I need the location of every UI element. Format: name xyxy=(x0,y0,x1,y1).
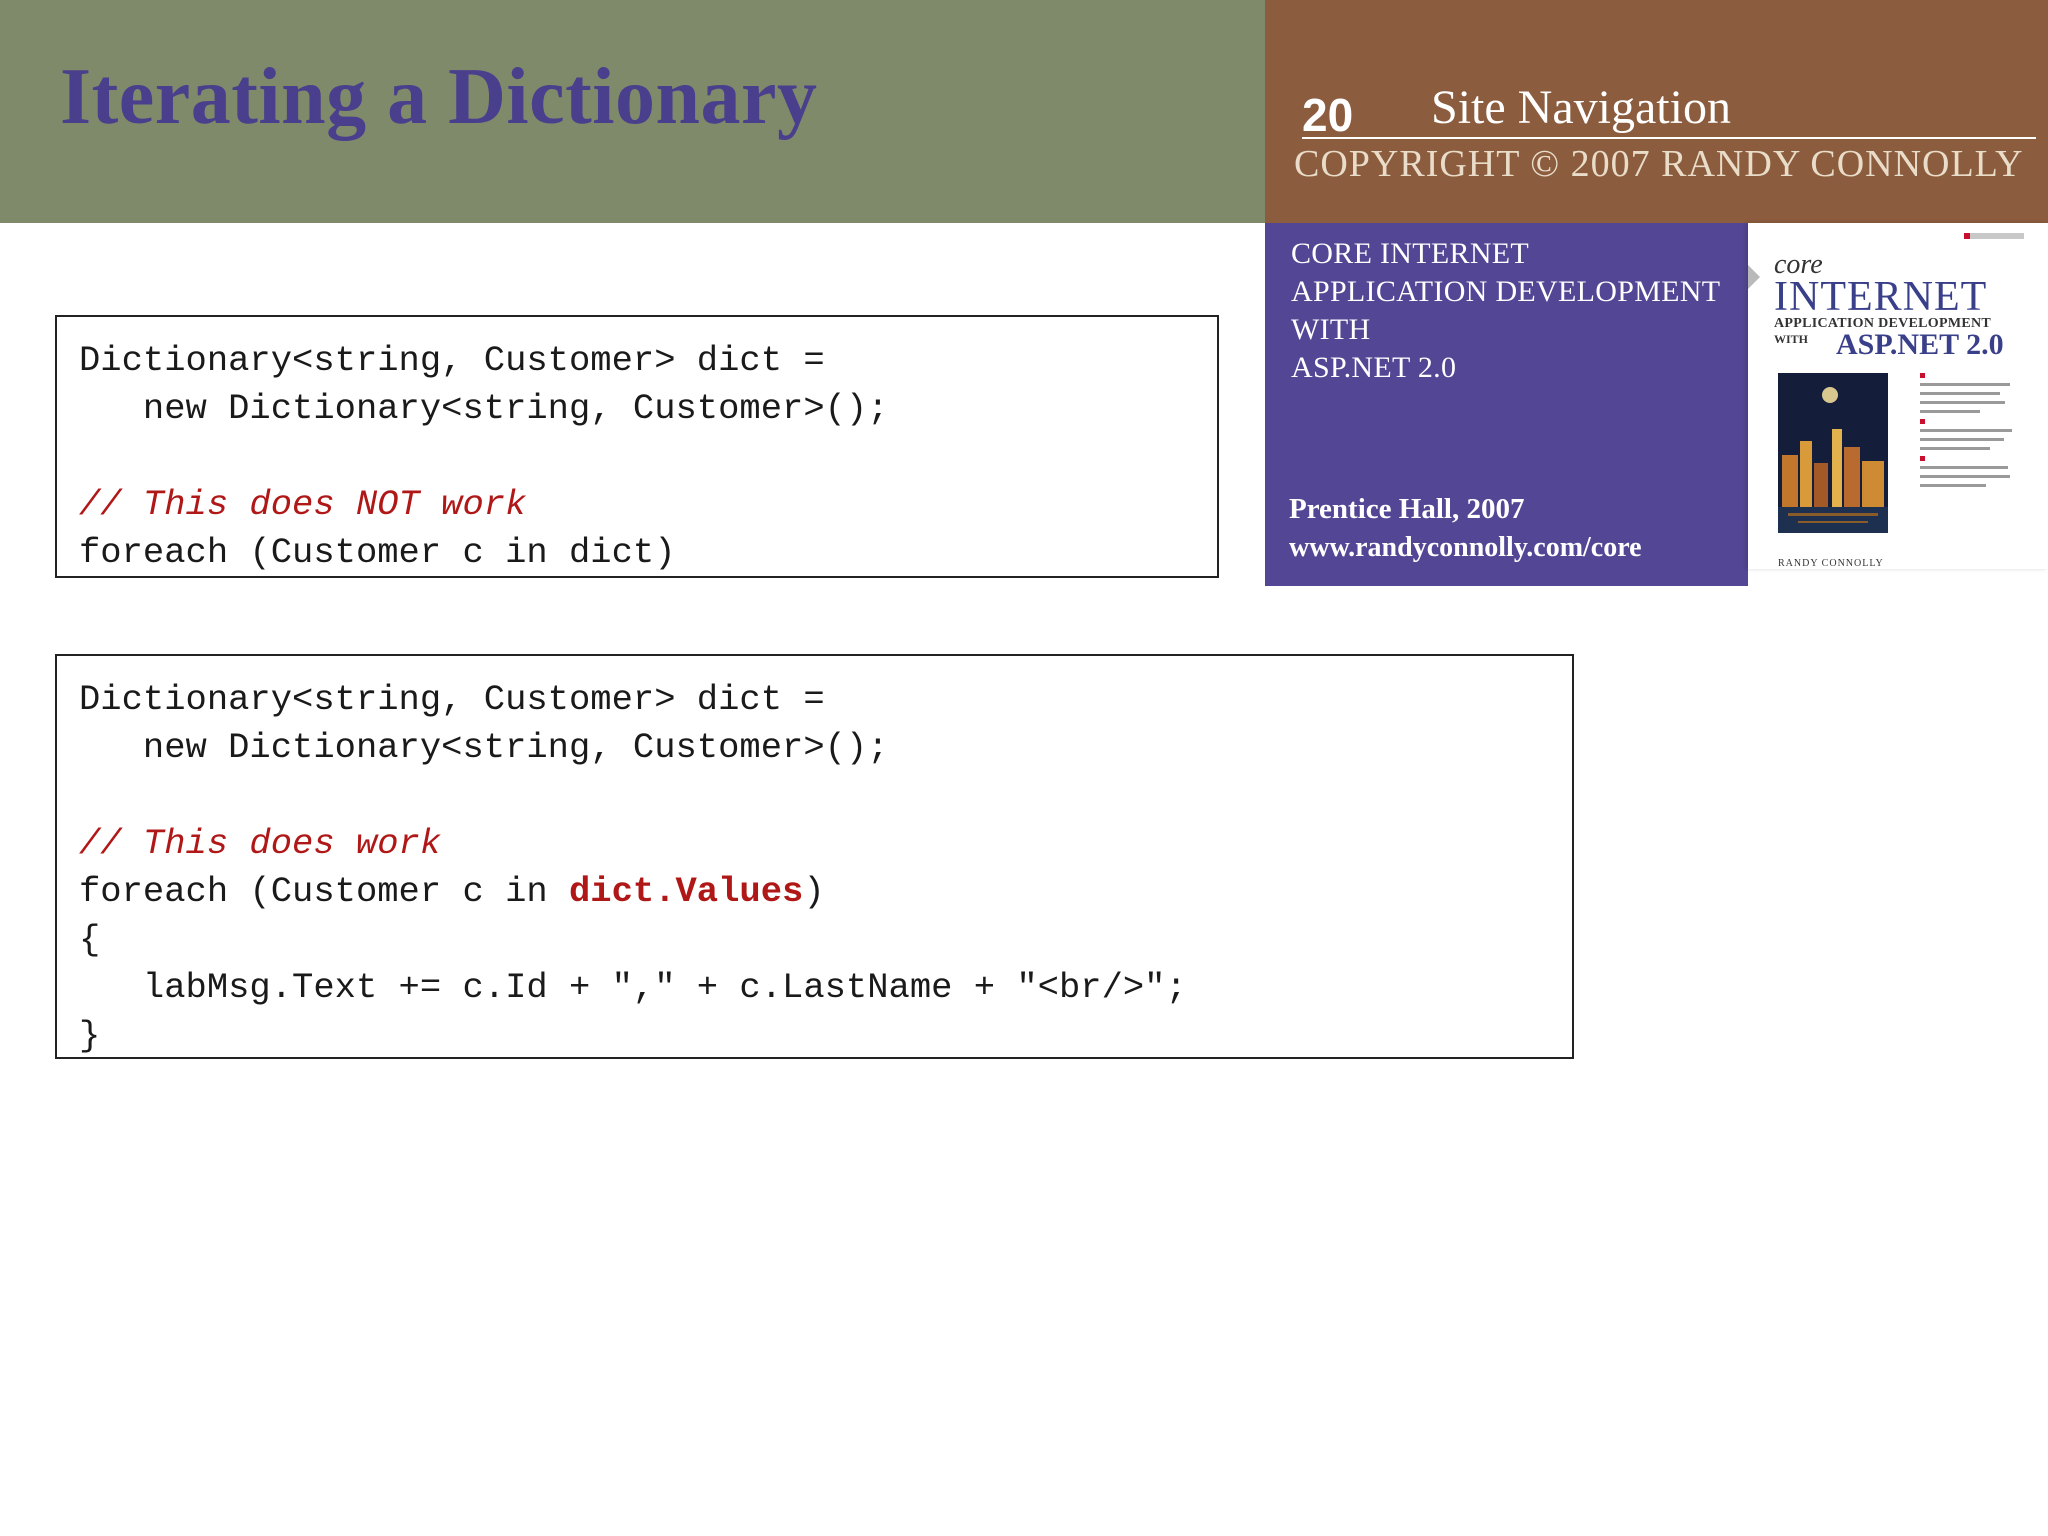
city-skyline-graphic xyxy=(1778,429,1888,533)
slide-header: 20 Site Navigation COPYRIGHT © 2007 RAND… xyxy=(1265,0,2048,223)
cover-blurb xyxy=(1920,373,2020,493)
code-line: Dictionary<string, Customer> dict = xyxy=(79,679,825,720)
publisher-logo-mark xyxy=(1964,233,1970,239)
code-line: new Dictionary<string, Customer>(); xyxy=(79,388,889,429)
cover-with-text: WITH xyxy=(1774,332,1809,346)
code-comment: // This does NOT work xyxy=(79,484,527,525)
code-line: labMsg.Text += c.Id + "," + c.LastName +… xyxy=(79,967,1187,1008)
publisher-text: Prentice Hall, 2007 xyxy=(1289,493,1525,525)
book-title-line: WITH xyxy=(1291,313,1371,346)
section-title: Site Navigation xyxy=(1431,81,1731,134)
code-highlight: dict.Values xyxy=(568,871,804,912)
code-line: foreach (Customer c in xyxy=(79,871,569,912)
book-url: www.randyconnolly.com/core xyxy=(1289,532,1642,563)
cover-arrow-icon xyxy=(1748,263,1760,291)
code-example-not-working: Dictionary<string, Customer> dict = new … xyxy=(55,315,1219,578)
book-title-line: ASP.NET 2.0 xyxy=(1291,351,1457,384)
code-line: ) xyxy=(803,871,825,912)
code-block: Dictionary<string, Customer> dict = new … xyxy=(79,676,1187,1060)
book-info-panel: CORE INTERNET APPLICATION DEVELOPMENT WI… xyxy=(1265,223,1748,586)
book-cover-image: core INTERNET APPLICATION DEVELOPMENT WI… xyxy=(1748,223,2048,569)
code-example-working: Dictionary<string, Customer> dict = new … xyxy=(55,654,1574,1059)
cover-aspnet-text: ASP.NET 2.0 xyxy=(1836,328,2004,361)
slide-number: 20 xyxy=(1302,89,1354,141)
code-line: Dictionary<string, Customer> dict = xyxy=(79,340,825,381)
copyright-text: COPYRIGHT © 2007 RANDY CONNOLLY xyxy=(1294,143,2024,185)
code-line: new Dictionary<string, Customer>(); xyxy=(79,727,889,768)
code-line: foreach (Customer c in dict) xyxy=(79,532,676,573)
code-block: Dictionary<string, Customer> dict = new … xyxy=(79,337,889,577)
publisher-logo xyxy=(1964,233,2024,239)
code-comment: // This does work xyxy=(79,823,442,864)
cover-author-text: RANDY CONNOLLY xyxy=(1778,558,1884,569)
cover-city-photo xyxy=(1778,373,1888,533)
book-title-line: CORE INTERNET xyxy=(1291,237,1530,270)
code-line: } xyxy=(79,1015,101,1056)
slide-title: Iterating a Dictionary xyxy=(60,53,818,141)
cover-internet-text: INTERNET xyxy=(1774,274,1988,320)
title-bar: Iterating a Dictionary xyxy=(0,0,1265,223)
book-title-line: APPLICATION DEVELOPMENT xyxy=(1291,275,1721,308)
code-line: { xyxy=(79,919,101,960)
header-divider xyxy=(1302,137,2036,139)
